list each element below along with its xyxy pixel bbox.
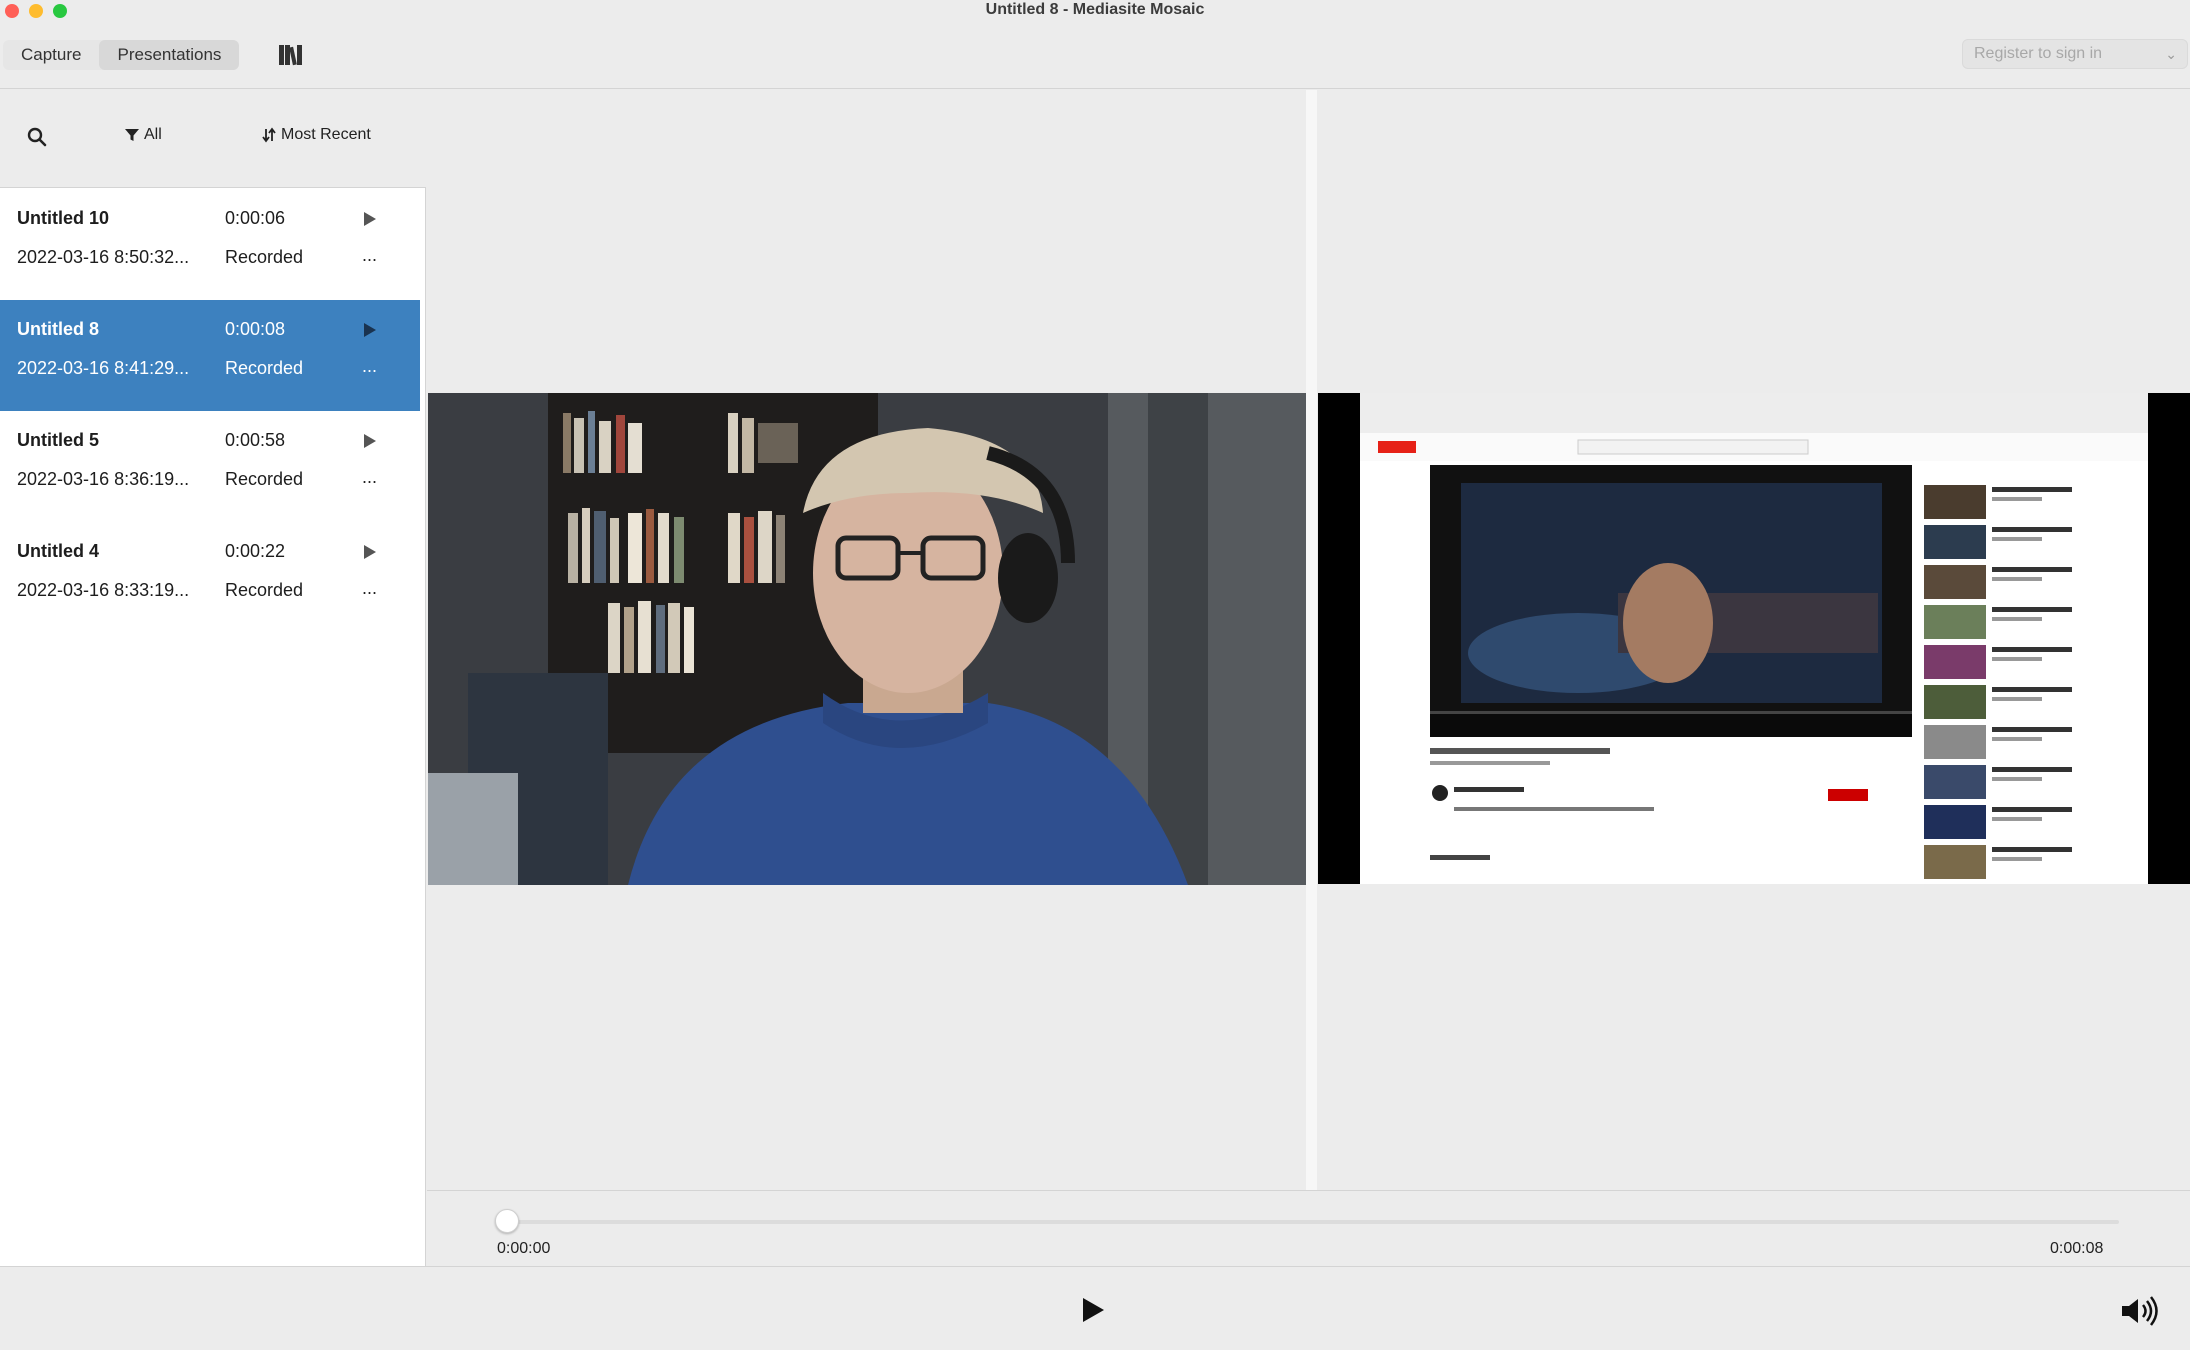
more-options-button[interactable]: ... <box>362 356 377 377</box>
presentation-date: 2022-03-16 8:50:32... <box>17 247 190 267</box>
timeline-knob[interactable] <box>495 1209 519 1233</box>
tab-capture[interactable]: Capture <box>3 40 99 70</box>
pane-divider[interactable] <box>1306 90 1317 1190</box>
presentation-name: Untitled 10 <box>17 208 110 228</box>
presentation-name: Untitled 8 <box>17 319 100 339</box>
play-icon[interactable] <box>364 434 376 448</box>
camera-video-frame[interactable] <box>428 393 1306 885</box>
tab-presentations[interactable]: Presentations <box>99 40 240 70</box>
filter-button[interactable]: All <box>124 126 162 144</box>
play-icon[interactable] <box>364 212 376 226</box>
presentation-duration: 0:00:22 <box>225 541 286 561</box>
presentation-status: Recorded <box>225 358 304 378</box>
camera-feed-image <box>428 393 1306 885</box>
sort-button[interactable]: Most Recent <box>262 126 371 144</box>
list-item[interactable]: Untitled 8 0:00:08 2022-03-16 8:41:29...… <box>0 300 420 411</box>
toolbar: Capture Presentations Register to sign i… <box>0 22 2190 89</box>
presentations-sidebar: All Most Recent Untitled 10 0:00:06 2022… <box>0 90 426 1266</box>
presentation-status: Recorded <box>225 469 304 489</box>
sort-label: Most Recent <box>281 126 371 143</box>
presentation-date: 2022-03-16 8:33:19... <box>17 580 190 600</box>
screen-capture-image <box>1318 393 2190 884</box>
transport-bar <box>0 1266 2190 1350</box>
play-icon[interactable] <box>1080 1296 1106 1324</box>
play-icon[interactable] <box>364 545 376 559</box>
chevron-down-icon: ⌄ <box>2165 46 2177 62</box>
presentation-date: 2022-03-16 8:36:19... <box>17 469 190 489</box>
presentation-duration: 0:00:06 <box>225 208 286 228</box>
presentation-status: Recorded <box>225 580 304 600</box>
presentation-duration: 0:00:08 <box>225 319 286 339</box>
presentation-name: Untitled 5 <box>17 430 100 450</box>
more-options-button[interactable]: ... <box>362 578 377 599</box>
volume-icon[interactable] <box>2120 1296 2160 1326</box>
play-icon[interactable] <box>364 323 376 337</box>
presentation-date: 2022-03-16 8:41:29... <box>17 358 190 378</box>
search-icon[interactable] <box>26 126 48 148</box>
timeline-scrubber[interactable] <box>507 1220 2119 1224</box>
current-time: 0:00:00 <box>497 1240 551 1257</box>
list-item[interactable]: Untitled 10 0:00:06 2022-03-16 8:50:32..… <box>0 189 420 300</box>
window-title: Untitled 8 - Mediasite Mosaic <box>985 1 1205 18</box>
presentation-status: Recorded <box>225 247 304 267</box>
sort-icon <box>262 127 276 143</box>
total-time: 0:00:08 <box>2050 1240 2104 1257</box>
list-item[interactable]: Untitled 5 0:00:58 2022-03-16 8:36:19...… <box>0 411 420 522</box>
mode-segmented-control: Capture Presentations <box>3 40 240 70</box>
more-options-button[interactable]: ... <box>362 245 377 266</box>
presentation-list: Untitled 10 0:00:06 2022-03-16 8:50:32..… <box>0 189 426 633</box>
presentation-duration: 0:00:58 <box>225 430 286 450</box>
more-options-button[interactable]: ... <box>362 467 377 488</box>
library-books-icon[interactable] <box>278 43 304 67</box>
title-bar: Untitled 8 - Mediasite Mosaic <box>0 0 2190 22</box>
filter-bar: All Most Recent <box>0 90 426 188</box>
screen-capture-frame[interactable] <box>1318 393 2190 884</box>
funnel-icon <box>125 129 139 141</box>
playback-bar: 0:00:00 0:00:08 <box>427 1190 2190 1266</box>
list-item[interactable]: Untitled 4 0:00:22 2022-03-16 8:33:19...… <box>0 522 420 633</box>
filter-label: All <box>144 126 162 143</box>
signin-placeholder: Register to sign in <box>1974 45 2103 62</box>
presentation-name: Untitled 4 <box>17 541 100 561</box>
signin-dropdown[interactable]: Register to sign in ⌄ <box>1962 39 2188 69</box>
